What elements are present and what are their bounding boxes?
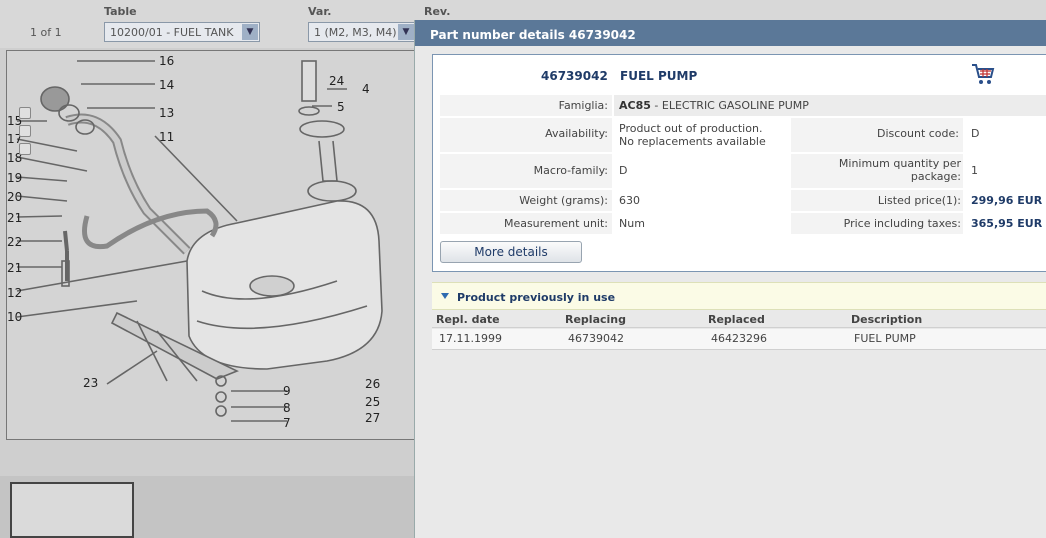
drawing-thumbnail[interactable] [10,482,134,538]
famiglia-value: AC85 - ELECTRIC GASOLINE PUMP [619,99,809,112]
callout-label: 4 [362,82,370,96]
part-details-panel: Part number details 46739042 46739042 FU… [414,20,1046,538]
min-quantity-label-2: package: [910,170,961,183]
panel-title: Part number details 46739042 [415,20,1046,46]
col-header-replacing: Replacing [565,313,626,326]
listed-price-label: Listed price(1): [877,194,961,207]
var-select[interactable]: 1 (M2, M3, M4) ▼ [308,22,416,42]
callout-label: 24 [329,74,344,88]
weight-label: Weight (grams): [519,194,608,207]
measurement-unit-value: Num [619,217,645,230]
famiglia-label: Famiglia: [558,99,608,112]
weight-value: 630 [619,194,640,207]
callout-label: 23 [83,376,98,390]
callout-label: 14 [159,78,174,92]
callout-label: 9 [283,384,291,398]
callout-label: 21 [7,211,22,225]
callout-label: 25 [365,395,380,409]
rev-column-label: Rev. [424,5,451,18]
col-header-repl-date: Repl. date [436,313,500,326]
measurement-unit-label: Measurement unit: [503,217,608,230]
row-divider [432,349,1046,350]
zoom-in-icon[interactable] [19,125,31,137]
previous-product-section-toggle[interactable]: Product previously in use [432,282,1046,310]
callout-label: 5 [337,100,345,114]
chevron-down-icon[interactable]: ▼ [398,24,414,40]
availability-line-1: Product out of production. [619,122,763,135]
min-quantity-label-1: Minimum quantity per [838,157,961,170]
price-incl-taxes-label: Price including taxes: [843,217,961,230]
expand-triangle-icon[interactable] [441,293,449,299]
callout-label: 13 [159,106,174,120]
part-number: 46739042 [541,69,608,83]
callout-label: 16 [159,54,174,68]
macro-family-label: Macro-family: [533,164,608,177]
zoom-out-icon[interactable] [19,143,31,155]
fuel-tank-diagram: 16 14 13 15 17 18 19 20 21 22 21 12 10 1… [7,54,383,430]
more-details-button[interactable]: More details [440,241,582,263]
shopping-cart-icon[interactable] [970,61,996,87]
min-quantity-value: 1 [971,164,978,177]
previous-product-title: Product previously in use [457,291,616,304]
discount-label: Discount code: [876,127,959,140]
availability-line-2: No replacements available [619,135,766,148]
part-info-card: 46739042 FUEL PUMP Famiglia: AC85 - ELEC… [432,54,1046,272]
callout-label: 20 [7,190,22,204]
macro-family-value: D [619,164,628,177]
listed-price-value: 299,96 EUR [971,194,1043,207]
callout-label: 12 [7,286,22,300]
cell-description: FUEL PUMP [854,332,916,345]
callout-label: 7 [283,416,291,430]
callout-label: 26 [365,377,380,391]
availability-label: Availability: [545,127,608,140]
cell-replacing: 46739042 [568,332,624,345]
discount-value: D [971,127,980,140]
header-divider [432,327,1046,328]
famiglia-description: - ELECTRIC GASOLINE PUMP [650,99,809,112]
exploded-parts-drawing[interactable]: 16 14 13 15 17 18 19 20 21 22 21 12 10 1… [6,50,418,440]
drawing-tools [19,107,33,161]
col-header-description: Description [851,313,923,326]
callout-label: 11 [159,130,174,144]
var-select-value: 1 (M2, M3, M4) [314,26,397,39]
cell-replaced: 46423296 [711,332,767,345]
famiglia-code: AC85 [619,99,651,112]
table-select[interactable]: 10200/01 - FUEL TANK ▼ [104,22,260,42]
part-name: FUEL PUMP [620,69,698,83]
table-column-label: Table [104,5,137,18]
price-incl-taxes-value: 365,95 EUR [971,217,1043,230]
table-select-value: 10200/01 - FUEL TANK [110,26,234,39]
var-column-label: Var. [308,5,332,18]
callout-label: 10 [7,310,22,324]
col-header-replaced: Replaced [708,313,765,326]
callout-label: 27 [365,411,380,425]
pan-icon[interactable] [19,107,31,119]
callout-label: 21 [7,261,22,275]
chevron-down-icon[interactable]: ▼ [242,24,258,40]
callout-label: 22 [7,235,22,249]
callout-label: 8 [283,401,291,415]
page-indicator: 1 of 1 [30,26,62,39]
callout-label: 19 [7,171,22,185]
cell-repl-date: 17.11.1999 [439,332,502,345]
